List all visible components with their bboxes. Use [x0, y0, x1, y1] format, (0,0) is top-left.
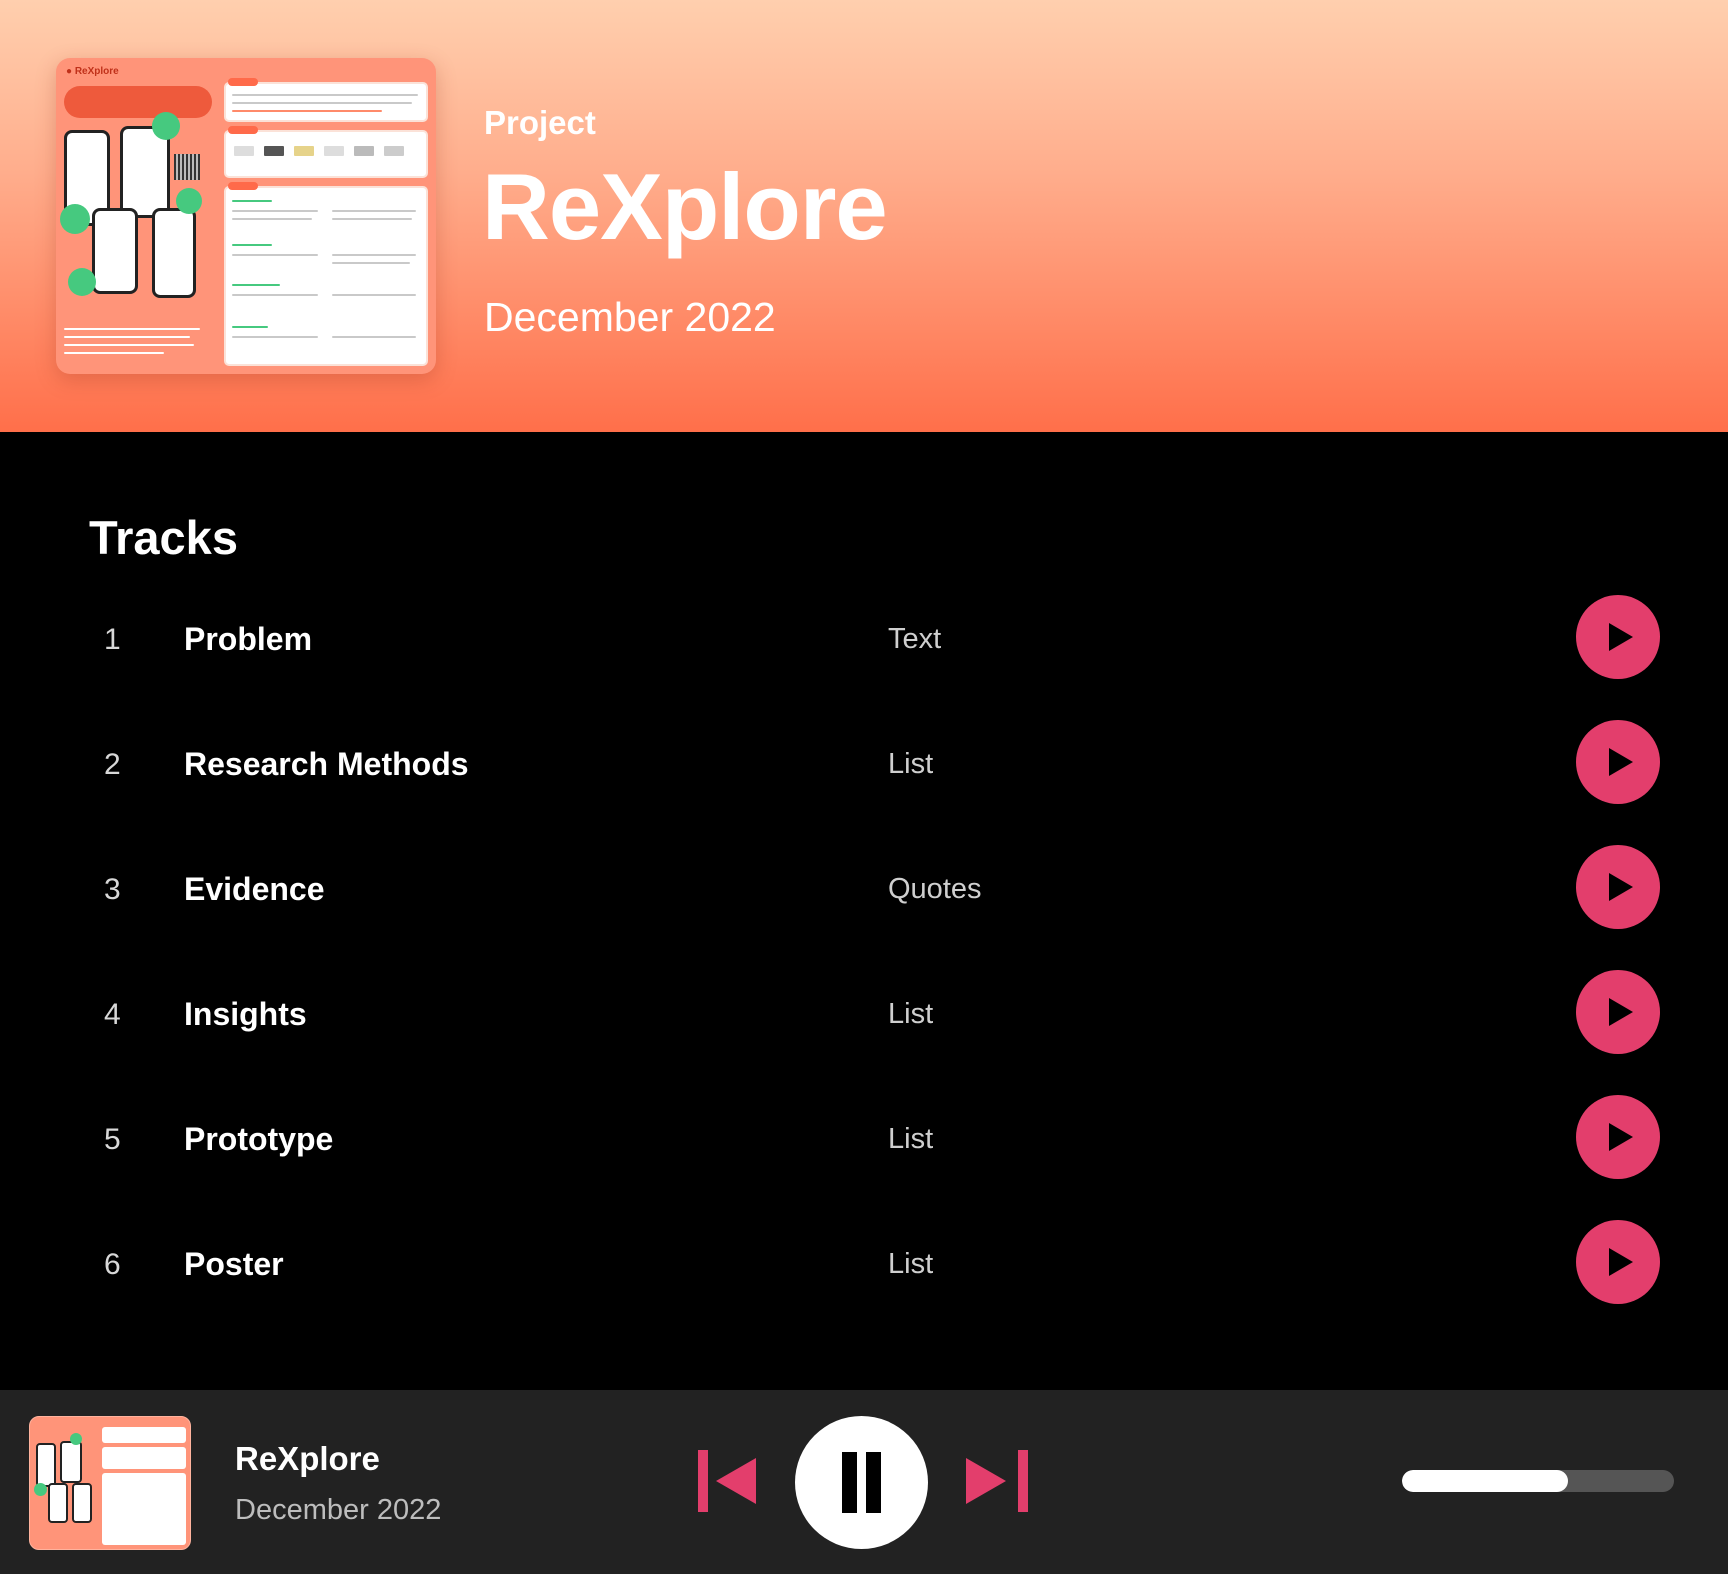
track-play-button[interactable]	[1576, 595, 1660, 679]
play-icon	[1609, 873, 1633, 901]
skip-next-button[interactable]	[966, 1450, 1028, 1512]
track-type: List	[888, 1248, 934, 1280]
track-type: List	[888, 748, 934, 780]
track-title[interactable]: Insights	[184, 996, 307, 1033]
playback-progress-fill	[1402, 1470, 1568, 1492]
track-title[interactable]: Research Methods	[184, 746, 469, 783]
now-playing-cover-art	[29, 1416, 191, 1550]
track-row[interactable]: 4 Insights List	[0, 958, 1728, 1083]
track-number: 1	[104, 623, 121, 656]
track-play-button[interactable]	[1576, 1095, 1660, 1179]
cover-question-bubble	[64, 86, 212, 118]
track-type: List	[888, 1123, 934, 1155]
skip-previous-button[interactable]	[698, 1450, 760, 1512]
track-number: 4	[104, 998, 121, 1031]
playback-progress-bar[interactable]	[1402, 1470, 1674, 1492]
track-type: List	[888, 998, 934, 1030]
skip-previous-icon	[698, 1450, 708, 1512]
track-title[interactable]: Problem	[184, 621, 312, 658]
now-playing-title: ReXplore	[235, 1440, 380, 1477]
play-icon	[1609, 623, 1633, 651]
track-row[interactable]: 1 Problem Text	[0, 583, 1728, 708]
track-number: 3	[104, 873, 121, 906]
pause-icon	[842, 1452, 857, 1513]
track-row[interactable]: 5 Prototype List	[0, 1083, 1728, 1208]
track-row[interactable]: 6 Poster List	[0, 1208, 1728, 1333]
track-number: 2	[104, 748, 121, 781]
play-icon	[1609, 1248, 1633, 1276]
track-title[interactable]: Poster	[184, 1246, 284, 1283]
track-row[interactable]: 3 Evidence Quotes	[0, 833, 1728, 958]
play-icon	[1609, 1123, 1633, 1151]
track-type: Text	[888, 623, 942, 655]
player-bar: ReXplore December 2022	[0, 1390, 1728, 1574]
track-list: 1 Problem Text 2 Research Methods List 3…	[0, 583, 1728, 1333]
cover-logo: ● ReXplore	[66, 66, 119, 77]
project-date: December 2022	[484, 294, 776, 340]
track-play-button[interactable]	[1576, 720, 1660, 804]
track-row[interactable]: 2 Research Methods List	[0, 708, 1728, 833]
play-icon	[1609, 998, 1633, 1026]
tracks-heading: Tracks	[89, 511, 238, 564]
project-cover-art: ● ReXplore	[56, 58, 436, 374]
track-title[interactable]: Prototype	[184, 1121, 333, 1158]
track-play-button[interactable]	[1576, 970, 1660, 1054]
project-title: ReXplore	[482, 154, 888, 259]
play-icon	[1609, 748, 1633, 776]
track-number: 5	[104, 1123, 121, 1156]
project-header: ● ReXplore Project ReXplore December 202…	[0, 0, 1728, 432]
track-play-button[interactable]	[1576, 845, 1660, 929]
track-play-button[interactable]	[1576, 1220, 1660, 1304]
track-number: 6	[104, 1248, 121, 1281]
track-type: Quotes	[888, 873, 982, 905]
track-title[interactable]: Evidence	[184, 871, 325, 908]
skip-next-icon	[966, 1458, 1006, 1504]
now-playing-date: December 2022	[235, 1494, 442, 1526]
project-label: Project	[484, 104, 596, 141]
pause-button[interactable]	[795, 1416, 928, 1549]
